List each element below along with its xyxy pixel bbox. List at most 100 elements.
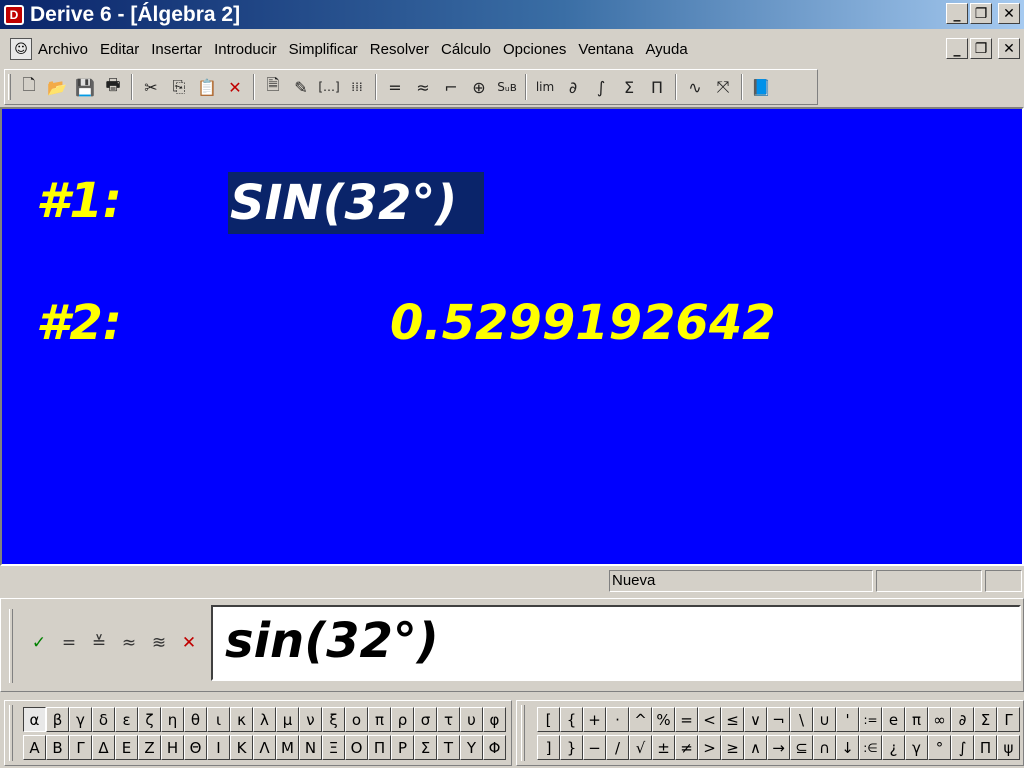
symbol-key[interactable]: ± (652, 735, 675, 760)
print-button[interactable]: 🖶 (99, 74, 127, 100)
symbol-key[interactable]: ∧ (744, 735, 767, 760)
doc-minimize-button[interactable]: _ (946, 38, 968, 59)
open-folder-button[interactable]: 📂 (43, 74, 71, 100)
symbol-key[interactable]: Θ (184, 735, 207, 760)
symbol-key[interactable]: Ρ (391, 735, 414, 760)
symbol-key[interactable]: α (23, 707, 46, 732)
restore-button[interactable]: ❐ (970, 3, 992, 24)
symbol-key[interactable]: √ (629, 735, 652, 760)
doc-close-button[interactable]: ✕ (998, 38, 1020, 59)
symbol-key[interactable]: Ν (299, 735, 322, 760)
expression-input[interactable]: sin(32°) (211, 605, 1021, 681)
symbol-key[interactable]: Ε (115, 735, 138, 760)
symbol-key[interactable]: ⊆ (790, 735, 813, 760)
symbol-key[interactable]: ¬ (767, 707, 790, 732)
symbol-key[interactable]: γ (905, 735, 928, 760)
symbol-key[interactable]: υ (460, 707, 483, 732)
copy-button[interactable]: ⎘ (165, 74, 193, 100)
expression-1-selected[interactable]: SIN(32°) (228, 172, 484, 234)
enter-check-button[interactable]: ✓ (27, 631, 51, 655)
symbol-key[interactable]: < (698, 707, 721, 732)
symbol-key[interactable]: Δ (92, 735, 115, 760)
symbol-key[interactable]: φ (483, 707, 506, 732)
enter-simplify-button[interactable]: ≚ (87, 631, 111, 655)
symbol-key[interactable]: ° (928, 735, 951, 760)
expression-row-2[interactable]: #2: (36, 295, 122, 351)
symbol-key[interactable]: ≤ (721, 707, 744, 732)
symbol-key[interactable]: Ξ (322, 735, 345, 760)
symbol-key[interactable]: :∈ (859, 735, 882, 760)
symbol-key[interactable]: > (698, 735, 721, 760)
symbol-key[interactable]: Σ (974, 707, 997, 732)
symbol-key[interactable]: ∫ (951, 735, 974, 760)
simplify-equals-button[interactable]: = (57, 631, 81, 655)
derive-app-icon[interactable]: D (4, 4, 24, 25)
menu-simplificar[interactable]: Simplificar (289, 41, 358, 58)
menu-ventana[interactable]: Ventana (578, 41, 633, 58)
symbol-key[interactable]: e (882, 707, 905, 732)
symbol-key[interactable]: ∪ (813, 707, 836, 732)
approx-simplify-button[interactable]: ≋ (147, 631, 171, 655)
close-button[interactable]: ✕ (998, 3, 1020, 24)
symbol-key[interactable]: Γ (69, 735, 92, 760)
insert-matrix-button[interactable]: ⁞⁞⁞ (343, 74, 371, 100)
symbol-key[interactable]: Β (46, 735, 69, 760)
cut-button[interactable]: ✂ (137, 74, 165, 100)
symbol-key[interactable]: ρ (391, 707, 414, 732)
symbol-key[interactable]: Ο (345, 735, 368, 760)
symbol-key[interactable]: ψ (997, 735, 1020, 760)
minimize-button[interactable]: _ (946, 3, 968, 24)
symbol-key[interactable]: ο (345, 707, 368, 732)
substitute-button[interactable]: Sᵤʙ (493, 74, 521, 100)
symbol-key[interactable]: π (905, 707, 928, 732)
symbol-key[interactable]: Κ (230, 735, 253, 760)
symbol-key[interactable]: · (606, 707, 629, 732)
menu-introducir[interactable]: Introducir (214, 41, 277, 58)
expression-row-1[interactable]: #1: (36, 173, 122, 229)
symbol-key[interactable]: ^ (629, 707, 652, 732)
symbol-key[interactable]: % (652, 707, 675, 732)
doc-restore-button[interactable]: ❐ (970, 38, 992, 59)
help-book-button[interactable]: 📘 (747, 74, 775, 100)
title-bar[interactable]: D Derive 6 - [Álgebra 2] _ ❐ ✕ (0, 0, 1024, 29)
factor-button[interactable]: ⊕ (465, 74, 493, 100)
symbol-key[interactable]: ξ (322, 707, 345, 732)
insert-vector-button[interactable]: […] (315, 74, 343, 100)
2d-plot-button[interactable]: ∿ (681, 74, 709, 100)
symbol-key[interactable]: → (767, 735, 790, 760)
symbol-key[interactable]: Τ (437, 735, 460, 760)
symbol-key[interactable]: ζ (138, 707, 161, 732)
expression-2-text[interactable]: 0.5299192642 (390, 295, 776, 351)
symbol-key[interactable]: τ (437, 707, 460, 732)
symbol-key[interactable]: κ (230, 707, 253, 732)
menu-insertar[interactable]: Insertar (151, 41, 202, 58)
symbol-key[interactable]: Ζ (138, 735, 161, 760)
menu-opciones[interactable]: Opciones (503, 41, 566, 58)
symbol-key[interactable]: { (560, 707, 583, 732)
symbol-key[interactable]: Υ (460, 735, 483, 760)
insert-text-button[interactable]: 🗎 (259, 74, 287, 100)
symbol-key[interactable]: ≠ (675, 735, 698, 760)
symbol-key[interactable]: [ (537, 707, 560, 732)
menu-calculo[interactable]: Cálculo (441, 41, 491, 58)
symbol-key[interactable]: Ι (207, 735, 230, 760)
entry-bar-grip[interactable] (9, 609, 13, 683)
symbol-key[interactable]: γ (69, 707, 92, 732)
symbol-key[interactable]: Σ (414, 735, 437, 760)
insert-note-button[interactable]: ✎ (287, 74, 315, 100)
symbol-key[interactable]: Π (368, 735, 391, 760)
symbol-key[interactable]: ι (207, 707, 230, 732)
derivative-button[interactable]: ∂ (559, 74, 587, 100)
menu-resolver[interactable]: Resolver (370, 41, 429, 58)
symbol-key[interactable]: ∨ (744, 707, 767, 732)
cancel-button[interactable]: ✕ (177, 631, 201, 655)
symbol-key[interactable]: θ (184, 707, 207, 732)
math-palette-grip[interactable] (521, 705, 525, 761)
save-button[interactable]: 💾 (71, 74, 99, 100)
symbol-key[interactable]: ∂ (951, 707, 974, 732)
limit-button[interactable]: lim (531, 74, 559, 100)
symbol-key[interactable]: σ (414, 707, 437, 732)
symbol-key[interactable]: Μ (276, 735, 299, 760)
symbol-key[interactable]: + (583, 707, 606, 732)
symbol-key[interactable]: ∞ (928, 707, 951, 732)
